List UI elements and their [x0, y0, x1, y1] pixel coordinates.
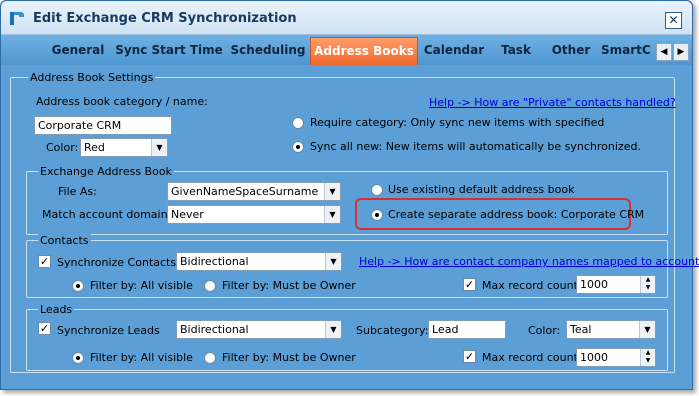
app-icon: [10, 12, 24, 25]
contacts-direction-value: Bidirectional: [180, 255, 249, 268]
chevron-down-icon[interactable]: ▼: [325, 253, 341, 270]
tab-calendar[interactable]: Calendar: [421, 39, 487, 63]
synchronize-contacts-checkbox[interactable]: ✓: [38, 255, 51, 268]
tab-sync-start-time[interactable]: Sync Start Time: [115, 39, 223, 63]
contacts-filter-owner-radio[interactable]: [204, 280, 216, 292]
leads-filter-all-visible-radio[interactable]: [72, 352, 84, 364]
chevron-down-icon[interactable]: ▼: [324, 206, 340, 223]
contacts-legend: Contacts: [38, 234, 91, 247]
category-name-label: Address book category / name:: [36, 95, 208, 108]
tab-general[interactable]: General: [43, 39, 113, 63]
tab-scheduling[interactable]: Scheduling: [227, 39, 309, 63]
tab-smartc[interactable]: SmartC: [601, 39, 651, 63]
leads-color-label: Color:: [528, 324, 561, 337]
leads-filter-owner-label: Filter by: Must be Owner: [222, 351, 356, 364]
title-bar: Edit Exchange CRM Synchronization ✕: [1, 1, 692, 35]
leads-max-record-checkbox[interactable]: ✓: [463, 350, 476, 363]
leads-legend: Leads: [38, 303, 75, 316]
contacts-filter-all-visible-label: Filter by: All visible: [90, 279, 193, 292]
tab-bar: General Sync Start Time Scheduling Addre…: [1, 35, 692, 65]
tab-scroll-right-button[interactable]: ▶: [673, 43, 689, 61]
private-contacts-help-link[interactable]: Help -> How are "Private" contacts handl…: [429, 96, 676, 110]
synchronize-leads-checkbox[interactable]: ✓: [38, 322, 51, 335]
leads-max-record-value: 1000: [580, 351, 608, 364]
contacts-direction-select[interactable]: Bidirectional ▼: [176, 252, 342, 271]
exchange-address-book-legend: Exchange Address Book: [38, 165, 174, 178]
subcategory-input[interactable]: Lead: [428, 320, 506, 339]
synchronize-leads-label: Synchronize Leads: [57, 324, 160, 337]
create-separate-address-book-radio[interactable]: [371, 209, 383, 221]
contacts-filter-all-visible-radio[interactable]: [72, 280, 84, 292]
chevron-down-icon[interactable]: ▼: [324, 183, 340, 200]
window-title: Edit Exchange CRM Synchronization: [33, 11, 297, 26]
file-as-select[interactable]: GivenNameSpaceSurname ▼: [167, 182, 341, 201]
contacts-max-record-value: 1000: [580, 278, 608, 291]
sync-all-new-radio[interactable]: [292, 141, 304, 153]
contacts-max-record-label: Max record count:: [482, 279, 582, 292]
contacts-filter-owner-label: Filter by: Must be Owner: [222, 279, 356, 292]
close-button[interactable]: ✕: [665, 12, 682, 29]
company-names-help-link[interactable]: Help -> How are contact company names ma…: [359, 255, 699, 269]
chevron-down-icon[interactable]: ▼: [151, 139, 167, 156]
leads-direction-select[interactable]: Bidirectional ▼: [176, 320, 342, 339]
leads-filter-owner-radio[interactable]: [204, 352, 216, 364]
spin-down-icon[interactable]: ▼: [641, 357, 655, 365]
subcategory-label: Subcategory:: [356, 324, 429, 337]
match-account-domain-label: Match account domain:: [42, 208, 172, 221]
leads-direction-value: Bidirectional: [180, 323, 249, 336]
leads-color-value: Teal: [570, 323, 592, 336]
address-book-settings-legend: Address Book Settings: [28, 71, 156, 84]
file-as-select-value: GivenNameSpaceSurname: [171, 185, 319, 198]
synchronize-contacts-label: Synchronize Contacts: [57, 256, 177, 269]
leads-color-select[interactable]: Teal ▼: [566, 320, 656, 339]
category-name-input[interactable]: Corporate CRM: [34, 116, 172, 135]
require-category-label: Require category: Only sync new items wi…: [310, 116, 605, 129]
leads-max-record-label: Max record count:: [482, 351, 582, 364]
require-category-radio[interactable]: [292, 117, 304, 129]
tab-address-books[interactable]: Address Books: [310, 37, 418, 65]
file-as-label: File As:: [58, 185, 97, 198]
tab-scroll-left-button[interactable]: ◀: [656, 43, 672, 61]
use-existing-address-book-radio[interactable]: [371, 184, 383, 196]
color-label: Color:: [46, 141, 79, 154]
leads-filter-all-visible-label: Filter by: All visible: [90, 351, 193, 364]
spin-up-icon[interactable]: ▲: [641, 349, 655, 357]
color-select[interactable]: Red ▼: [80, 138, 168, 157]
match-account-domain-value: Never: [171, 208, 204, 221]
tab-other[interactable]: Other: [545, 39, 597, 63]
chevron-down-icon[interactable]: ▼: [325, 321, 341, 338]
sync-all-new-label: Sync all new: New items will automatical…: [310, 140, 641, 153]
use-existing-address-book-label: Use existing default address book: [388, 183, 575, 196]
contacts-max-record-stepper[interactable]: 1000 ▲ ▼: [576, 275, 656, 294]
color-select-value: Red: [84, 141, 105, 154]
chevron-down-icon[interactable]: ▼: [639, 321, 655, 338]
create-separate-address-book-label: Create separate address book: Corporate …: [388, 208, 645, 221]
match-account-domain-select[interactable]: Never ▼: [167, 205, 341, 224]
tab-task[interactable]: Task: [491, 39, 541, 63]
spin-up-icon[interactable]: ▲: [641, 276, 655, 284]
dialog-window: Edit Exchange CRM Synchronization ✕ Gene…: [0, 0, 699, 390]
address-books-panel: Address Book Settings Address book categ…: [10, 71, 699, 383]
spin-down-icon[interactable]: ▼: [641, 284, 655, 292]
contacts-max-record-checkbox[interactable]: ✓: [463, 278, 476, 291]
leads-max-record-stepper[interactable]: 1000 ▲ ▼: [576, 348, 656, 367]
